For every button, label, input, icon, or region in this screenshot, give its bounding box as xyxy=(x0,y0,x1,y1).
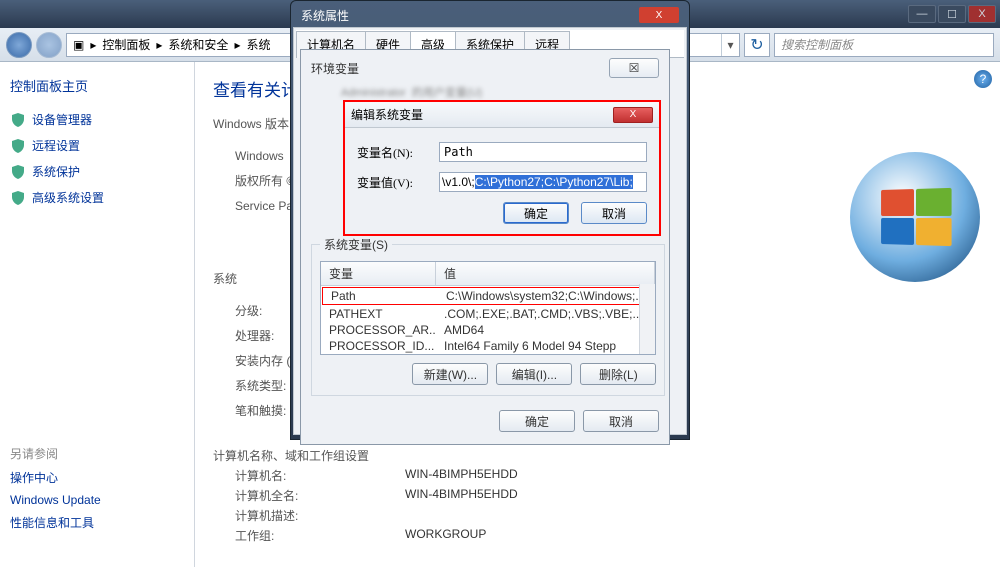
var-name: PATHEXT xyxy=(321,307,436,321)
var-name: PROCESSOR_ID... xyxy=(321,339,436,353)
refresh-button[interactable]: ↻ xyxy=(744,33,770,57)
link-performance-tools[interactable]: 性能信息和工具 xyxy=(10,514,184,531)
computer-desc-label: 计算机描述: xyxy=(235,507,405,524)
sidebar-remote-settings[interactable]: 远程设置 xyxy=(10,137,184,154)
edit-cancel-button[interactable]: 取消 xyxy=(581,202,647,224)
breadcrumb-seg-2[interactable]: 系统 xyxy=(240,36,276,53)
var-row[interactable]: PROCESSOR_AR...AMD64 xyxy=(321,322,655,338)
computer-desc-value xyxy=(405,507,982,524)
sidebar-label: 高级系统设置 xyxy=(32,189,104,206)
minimize-button[interactable]: — xyxy=(908,5,936,23)
close-button[interactable]: X xyxy=(968,5,996,23)
sidebar-label: 远程设置 xyxy=(32,137,80,154)
system-vars-label: 系统变量(S) xyxy=(320,236,392,253)
breadcrumb-seg-1[interactable]: 系统和安全 xyxy=(162,36,234,53)
maximize-button[interactable]: ☐ xyxy=(938,5,966,23)
see-also-label: 另请参阅 xyxy=(10,445,184,462)
env-titlebar-button[interactable]: ☒ xyxy=(609,58,659,78)
var-value: C:\Windows\system32;C:\Windows;... xyxy=(438,289,653,303)
new-var-button[interactable]: 新建(W)... xyxy=(412,363,488,385)
delete-var-button[interactable]: 删除(L) xyxy=(580,363,656,385)
link-action-center[interactable]: 操作中心 xyxy=(10,469,184,486)
system-vars-list[interactable]: 变量 值 PathC:\Windows\system32;C:\Windows;… xyxy=(320,261,656,355)
workgroup-value: WORKGROUP xyxy=(405,527,982,544)
var-name: Path xyxy=(323,289,438,303)
edit-close-button[interactable]: X xyxy=(613,107,653,123)
link-windows-update[interactable]: Windows Update xyxy=(10,493,184,507)
sidebar-advanced-settings[interactable]: 高级系统设置 xyxy=(10,189,184,206)
var-name: PROCESSOR_AR... xyxy=(321,323,436,337)
shield-icon xyxy=(10,190,26,206)
control-panel-home-link[interactable]: 控制面板主页 xyxy=(10,76,184,95)
breadcrumb-dropdown[interactable]: ▾ xyxy=(721,34,739,56)
computer-name-section-label: 计算机名称、域和工作组设置 xyxy=(213,447,982,464)
env-title: 环境变量 xyxy=(311,60,359,77)
env-ok-button[interactable]: 确定 xyxy=(499,410,575,432)
scrollbar[interactable] xyxy=(639,284,655,354)
sidebar-system-protection[interactable]: 系统保护 xyxy=(10,163,184,180)
var-value: .COM;.EXE;.BAT;.CMD;.VBS;.VBE;... xyxy=(436,307,655,321)
variable-name-label: 变量名(N): xyxy=(357,144,439,161)
computer-name-label: 计算机名: xyxy=(235,467,405,484)
sidebar-label: 系统保护 xyxy=(32,163,80,180)
var-row[interactable]: PATHEXT.COM;.EXE;.BAT;.CMD;.VBS;.VBE;... xyxy=(321,306,655,322)
sidebar-device-manager[interactable]: 设备管理器 xyxy=(10,111,184,128)
breadcrumb-icon: ▣ xyxy=(67,38,90,52)
col-header-value[interactable]: 值 xyxy=(436,262,655,285)
search-input[interactable]: 搜索控制面板 xyxy=(774,33,994,57)
windows-logo xyxy=(850,152,980,282)
computer-fullname-label: 计算机全名: xyxy=(235,487,405,504)
nav-forward-button[interactable] xyxy=(36,32,62,58)
env-cancel-button[interactable]: 取消 xyxy=(583,410,659,432)
workgroup-label: 工作组: xyxy=(235,527,405,544)
edit-var-button[interactable]: 编辑(I)... xyxy=(496,363,572,385)
sidebar-label: 设备管理器 xyxy=(32,111,92,128)
breadcrumb-seg-0[interactable]: 控制面板 xyxy=(96,36,156,53)
help-icon[interactable]: ? xyxy=(974,70,992,88)
col-header-variable[interactable]: 变量 xyxy=(321,262,436,285)
shield-icon xyxy=(10,138,26,154)
computer-name-value: WIN-4BIMPH5EHDD xyxy=(405,467,982,484)
value-selected: C:\Python27;C:\Python27\Lib; xyxy=(475,175,633,189)
var-value: Intel64 Family 6 Model 94 Stepp xyxy=(436,339,655,353)
edit-ok-button[interactable]: 确定 xyxy=(503,202,569,224)
shield-icon xyxy=(10,164,26,180)
var-row[interactable]: PROCESSOR_ID...Intel64 Family 6 Model 94… xyxy=(321,338,655,354)
edit-dialog-title: 编辑系统变量 xyxy=(351,106,423,123)
edit-variable-dialog: 编辑系统变量 X 变量名(N): 变量值(V): \v1.0\;C:\Pytho… xyxy=(343,100,661,236)
computer-fullname-value: WIN-4BIMPH5EHDD xyxy=(405,487,982,504)
sidebar: 控制面板主页 设备管理器 远程设置 系统保护 高级系统设置 另请参阅 操作中心 … xyxy=(0,62,195,567)
variable-value-input[interactable]: \v1.0\;C:\Python27;C:\Python27\Lib; xyxy=(439,172,647,192)
var-value: AMD64 xyxy=(436,323,655,337)
nav-back-button[interactable] xyxy=(6,32,32,58)
shield-icon xyxy=(10,112,26,128)
var-row-path[interactable]: PathC:\Windows\system32;C:\Windows;... xyxy=(322,287,654,305)
system-vars-group: 系统变量(S) 变量 值 PathC:\Windows\system32;C:\… xyxy=(311,236,665,396)
variable-value-label: 变量值(V): xyxy=(357,174,439,191)
sysprop-close-button[interactable]: X xyxy=(639,7,679,23)
variable-name-input[interactable] xyxy=(439,142,647,162)
value-prefix: \v1.0\; xyxy=(442,175,475,189)
sysprop-title: 系统属性 xyxy=(301,7,349,24)
